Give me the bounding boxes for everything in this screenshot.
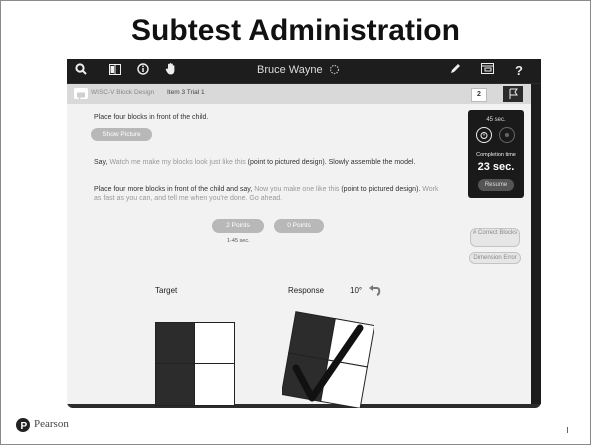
examinee-name: Bruce Wayne xyxy=(257,64,323,76)
slide-title: Subtest Administration xyxy=(131,14,460,47)
instruction-text: Place four more blocks in front of the c… xyxy=(94,186,255,193)
completion-time-label: Completion time xyxy=(476,152,516,158)
instruction-line-1: Place four blocks in front of the child. xyxy=(94,114,209,121)
item-count-badge[interactable]: 2 xyxy=(471,88,487,102)
spoken-text: Watch me make my blocks look just like t… xyxy=(109,159,246,166)
completion-time-value: 23 sec. xyxy=(477,161,515,173)
info-icon[interactable] xyxy=(135,62,151,80)
instruction-text: (point to pictured design). xyxy=(339,186,423,193)
hand-icon[interactable] xyxy=(163,62,179,80)
instruction-say-2: Place four more blocks in front of the c… xyxy=(94,185,439,203)
resume-button[interactable]: Resume xyxy=(478,179,514,191)
target-design xyxy=(155,322,235,406)
spoken-text: Now you make one like this xyxy=(254,186,340,193)
top-bar: Bruce Wayne ? xyxy=(67,59,541,83)
book-icon[interactable] xyxy=(107,62,123,80)
subtest-name: WISC-V Block Design xyxy=(91,89,155,96)
dimension-error-button[interactable]: Dimension Error xyxy=(469,252,521,264)
two-points-range: 1-45 sec. xyxy=(227,238,250,244)
svg-text:P: P xyxy=(21,421,28,432)
timer-panel: 45 sec. Completion time 23 sec. Resume xyxy=(468,110,524,198)
item-trial: Item 3 Trial 1 xyxy=(167,89,205,96)
correct-blocks-button[interactable]: # Correct Blocks xyxy=(470,228,520,247)
search-icon[interactable] xyxy=(73,62,89,80)
stop-icon[interactable] xyxy=(499,127,515,143)
response-design xyxy=(280,310,376,409)
spinner-icon xyxy=(327,62,341,80)
right-scroll-strip xyxy=(531,84,541,404)
instruction-text: (point to pictured design). Slowly assem… xyxy=(245,159,416,166)
item-bar: WISC-V Block Design Item 3 Trial 1 2 xyxy=(67,84,531,105)
rotation-value: 10° xyxy=(350,286,363,295)
instruction-say-1: Say, Watch me make my blocks look just l… xyxy=(94,158,444,167)
pearson-brand: Pearson xyxy=(34,418,69,430)
stopwatch-icon[interactable] xyxy=(476,127,492,143)
window-icon[interactable] xyxy=(479,62,495,80)
help-icon[interactable]: ? xyxy=(511,62,527,80)
slide-marker xyxy=(567,427,568,433)
zero-points-button[interactable]: 0 Points xyxy=(274,219,324,233)
show-picture-button[interactable]: Show Picture xyxy=(91,128,152,141)
response-label: Response xyxy=(288,286,325,295)
flag-icon[interactable] xyxy=(503,86,523,102)
rotate-icon[interactable] xyxy=(368,283,382,296)
time-limit: 45 sec. xyxy=(486,117,506,123)
two-points-button[interactable]: 2 Points xyxy=(212,219,264,233)
instruction-text: Say, xyxy=(94,159,110,166)
target-label: Target xyxy=(155,286,178,295)
comment-icon[interactable] xyxy=(74,88,88,100)
pearson-logo-icon: P xyxy=(16,418,30,432)
pencil-icon[interactable] xyxy=(447,62,463,80)
